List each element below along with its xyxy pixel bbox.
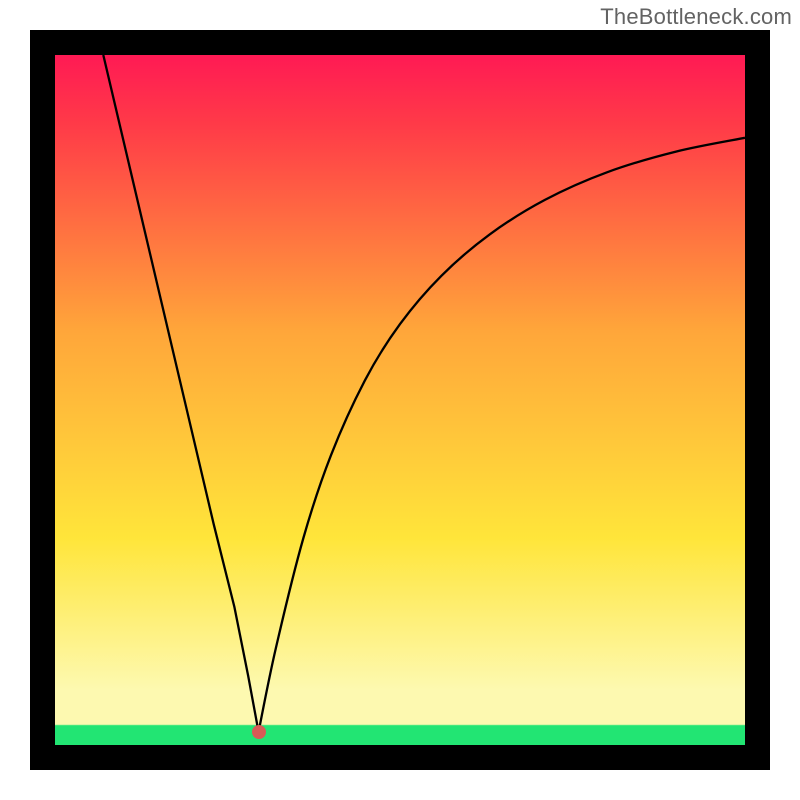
chart-outer-frame [30, 30, 770, 770]
bottleneck-curve [55, 55, 745, 745]
optimal-point-marker [252, 725, 266, 739]
curve-path [103, 55, 745, 732]
chart-stage: TheBottleneck.com [0, 0, 800, 800]
chart-plot-area [55, 55, 745, 745]
watermark-text: TheBottleneck.com [600, 4, 792, 30]
